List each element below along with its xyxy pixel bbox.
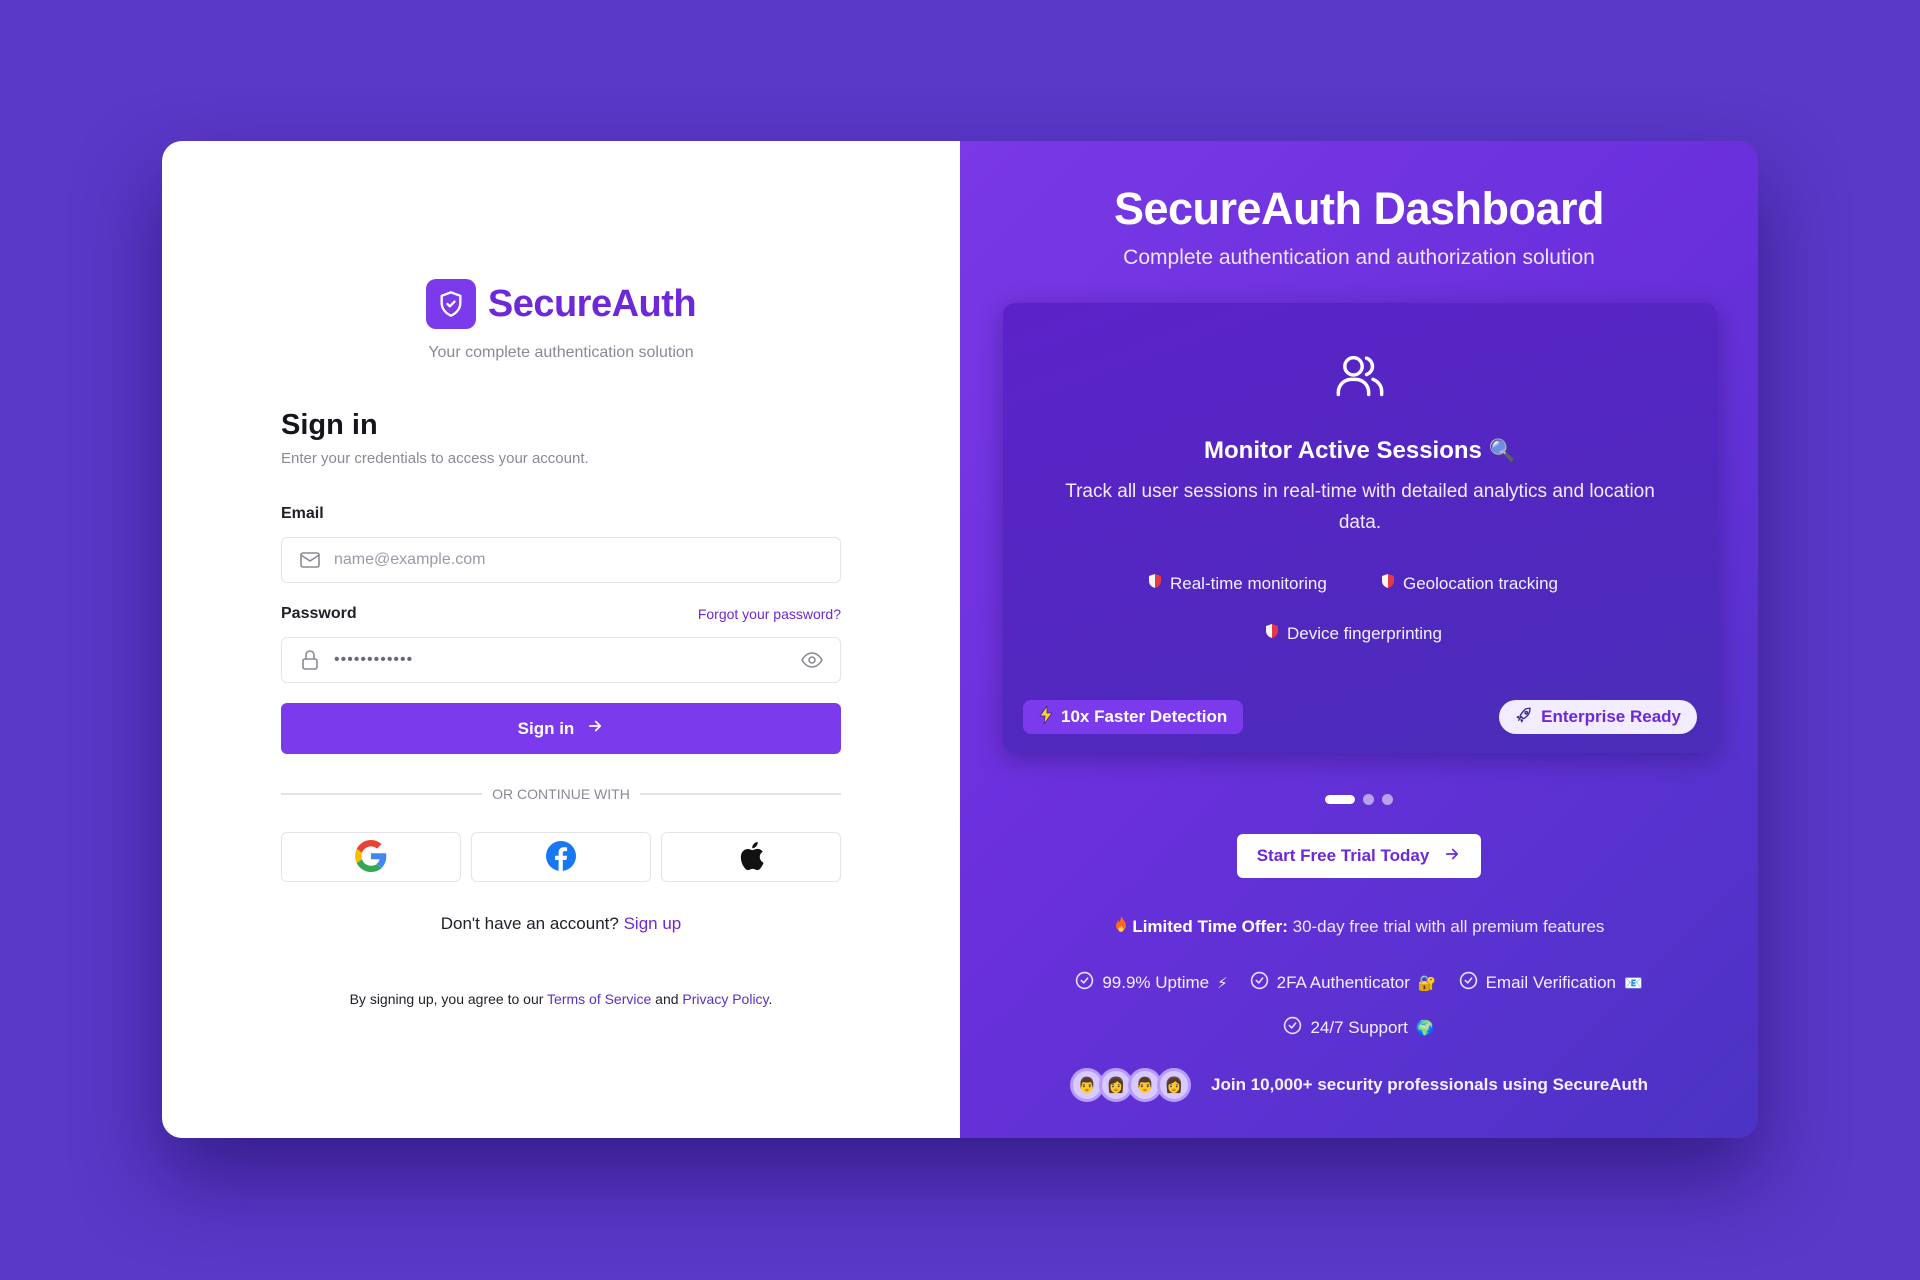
facebook-login-button[interactable] <box>471 832 651 882</box>
offer-bold: Limited Time Offer: <box>1132 917 1288 936</box>
carousel-dot-1[interactable] <box>1325 795 1355 804</box>
start-trial-button[interactable]: Start Free Trial Today <box>1237 834 1481 878</box>
password-group: Password Forgot your password? <box>281 605 841 683</box>
forgot-password-link[interactable]: Forgot your password? <box>698 606 841 622</box>
email-field-wrapper <box>281 537 841 583</box>
check-circle-icon <box>1283 1016 1302 1040</box>
lightning-icon: ⚡ <box>1217 975 1228 992</box>
start-trial-label: Start Free Trial Today <box>1256 846 1430 865</box>
mail-icon <box>296 546 324 574</box>
feature-realtime: Real-time monitoring <box>1148 573 1327 594</box>
badge-label: Enterprise Ready <box>1541 707 1681 726</box>
feature-slide: Monitor Active Sessions 🔍 Track all user… <box>1003 303 1717 753</box>
arrow-right-icon <box>586 717 604 740</box>
check-item: 2FA Authenticator 🔐 <box>1250 971 1437 995</box>
arrow-right-icon <box>1443 845 1461 868</box>
checks-row-1: 99.9% Uptime ⚡ 2FA Authenticator 🔐 Email… <box>960 971 1758 995</box>
slide-title: Monitor Active Sessions 🔍 <box>1003 437 1717 465</box>
facebook-icon <box>545 840 577 875</box>
check-circle-icon <box>1459 971 1478 995</box>
signin-panel: SecureAuth Your complete authentication … <box>162 141 960 1138</box>
lock-icon <box>296 646 324 674</box>
terms-prefix: By signing up, you agree to our <box>349 991 544 1007</box>
lock-key-icon: 🔐 <box>1417 975 1437 992</box>
promo-panel: SecureAuth Dashboard Complete authentica… <box>960 141 1758 1138</box>
email-label: Email <box>281 505 324 522</box>
password-field-wrapper <box>281 637 841 683</box>
email-field[interactable] <box>334 538 840 582</box>
feature-label: Real-time monitoring <box>1170 573 1327 593</box>
terms-of-service-link[interactable]: Terms of Service <box>547 991 651 1007</box>
shield-badge-icon <box>1265 623 1279 644</box>
signin-button[interactable]: Sign in <box>281 703 841 754</box>
signup-prompt: Don't have an account? Sign up <box>281 914 841 934</box>
check-circle-icon <box>1075 971 1094 995</box>
enterprise-ready-badge: Enterprise Ready <box>1499 700 1697 734</box>
signup-link[interactable]: Sign up <box>624 914 682 933</box>
google-login-button[interactable] <box>281 832 461 882</box>
no-account-text: Don't have an account? <box>440 914 619 933</box>
feature-label: Geolocation tracking <box>1403 573 1558 593</box>
auth-card: SecureAuth Your complete authentication … <box>162 141 1758 1138</box>
eye-icon[interactable] <box>798 646 826 674</box>
slide-description: Track all user sessions in real-time wit… <box>1065 481 1655 533</box>
join-text: Join 10,000+ security professionals usin… <box>1211 1075 1648 1094</box>
lightning-icon <box>1039 704 1053 729</box>
signin-form: Sign in Enter your credentials to access… <box>281 409 841 1007</box>
apple-login-button[interactable] <box>661 832 841 882</box>
check-item: 24/7 Support 🌍 <box>1283 1016 1435 1040</box>
check-item: Email Verification 📧 <box>1459 971 1643 995</box>
privacy-policy-link[interactable]: Privacy Policy <box>682 991 768 1007</box>
divider-text: OR CONTINUE WITH <box>492 786 630 802</box>
brand-name: SecureAuth <box>487 282 697 325</box>
social-login-row <box>281 832 841 882</box>
avatar: 👩 <box>1157 1068 1192 1102</box>
feature-fingerprinting: Device fingerprinting <box>1265 623 1442 644</box>
password-label: Password <box>281 605 357 622</box>
check-label: 2FA Authenticator <box>1276 973 1410 992</box>
check-label: Email Verification <box>1485 973 1616 992</box>
social-proof: 👨 👩 👨 👩 Join 10,000+ security profession… <box>960 1068 1758 1102</box>
brand-tagline: Your complete authentication solution <box>428 344 694 361</box>
check-item: 99.9% Uptime ⚡ <box>1075 971 1228 995</box>
limited-offer: Limited Time Offer: 30-day free trial wi… <box>960 916 1758 937</box>
check-label: 24/7 Support <box>1310 1018 1408 1037</box>
carousel-indicator <box>960 794 1758 805</box>
google-icon <box>355 839 387 875</box>
email-group: Email <box>281 505 841 583</box>
users-icon <box>1003 349 1717 401</box>
carousel-dot-3[interactable] <box>1382 794 1393 805</box>
brand: SecureAuth <box>162 279 960 329</box>
fire-icon <box>1114 916 1133 936</box>
badge-label: 10x Faster Detection <box>1061 707 1228 726</box>
offer-text: 30-day free trial with all premium featu… <box>1292 917 1605 936</box>
signin-title: Sign in <box>281 409 378 441</box>
rocket-icon <box>1515 706 1533 729</box>
signin-subtitle: Enter your credentials to access your ac… <box>281 450 589 467</box>
shield-badge-icon <box>1148 573 1162 594</box>
terms-and: and <box>655 991 679 1007</box>
feature-geolocation: Geolocation tracking <box>1381 573 1558 594</box>
globe-icon: 🌍 <box>1415 1020 1435 1037</box>
check-label: 99.9% Uptime <box>1102 973 1210 992</box>
envelope-icon: 📧 <box>1623 975 1643 992</box>
shield-badge-icon <box>1381 573 1395 594</box>
slide-title-text: Monitor Active Sessions <box>1204 437 1482 464</box>
checks-row-2: 24/7 Support 🌍 <box>960 1016 1758 1040</box>
magnifier-icon: 🔍 <box>1488 438 1516 463</box>
feature-label: Device fingerprinting <box>1287 623 1442 643</box>
carousel-dot-2[interactable] <box>1363 794 1374 805</box>
apple-icon <box>737 841 765 874</box>
terms-suffix: . <box>768 991 773 1007</box>
promo-title: SecureAuth Dashboard <box>1113 183 1605 234</box>
faster-detection-badge: 10x Faster Detection <box>1023 700 1244 734</box>
avatar-group: 👨 👩 👨 👩 <box>1070 1068 1192 1102</box>
signin-button-label: Sign in <box>517 718 575 738</box>
shield-logo-icon <box>425 279 476 329</box>
divider: OR CONTINUE WITH <box>281 786 841 802</box>
check-circle-icon <box>1250 971 1269 995</box>
terms-notice: By signing up, you agree to our Terms of… <box>281 991 841 1007</box>
password-field[interactable] <box>334 638 798 682</box>
promo-subtitle: Complete authentication and authorizatio… <box>1123 246 1595 269</box>
